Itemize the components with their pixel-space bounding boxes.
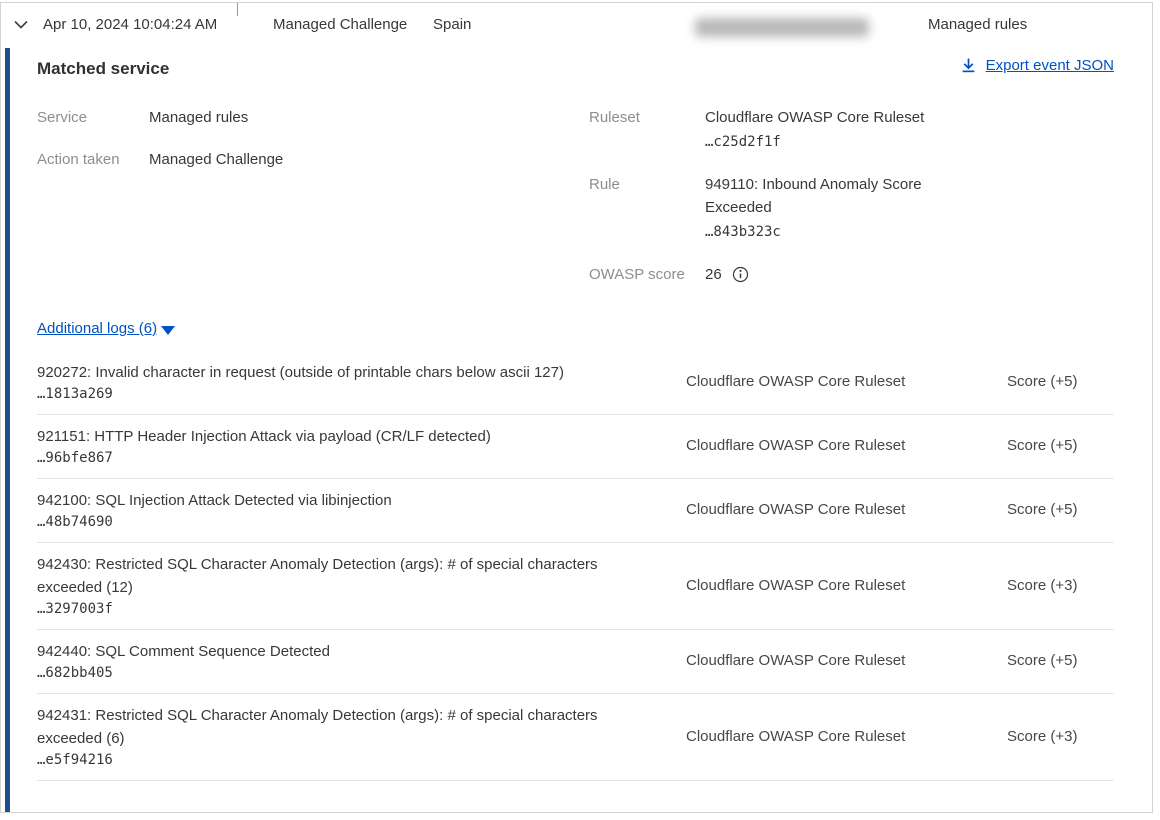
rule-value: 949110: Inbound Anomaly Score Exceeded [705,173,945,219]
log-score: Score (+3) [1007,577,1114,594]
service-label: Service [37,106,149,129]
log-ruleset: Cloudflare OWASP Core Ruleset [686,437,1007,454]
column-divider-tick [237,3,238,16]
log-description: 942100: SQL Injection Attack Detected vi… [37,489,633,512]
log-row: 942100: SQL Injection Attack Detected vi… [37,479,1114,543]
log-score: Score (+5) [1007,373,1114,390]
ruleset-id: …c25d2f1f [705,131,924,154]
action-taken-value: Managed Challenge [149,148,283,171]
collapse-chevron-icon[interactable] [12,17,30,35]
rule-id: …843b323c [705,221,945,244]
caret-down-icon [161,326,175,335]
log-rule-id: …3297003f [37,601,686,617]
rule-label: Rule [589,173,705,244]
log-ruleset: Cloudflare OWASP Core Ruleset [686,728,1007,745]
log-row: 942440: SQL Comment Sequence Detected …6… [37,630,1114,694]
log-row: 942431: Restricted SQL Character Anomaly… [37,694,1114,781]
log-row: 920272: Invalid character in request (ou… [37,351,1114,415]
ruleset-field: Ruleset Cloudflare OWASP Core Ruleset …c… [589,106,1114,154]
expanded-accent-bar [5,48,10,812]
log-ruleset: Cloudflare OWASP Core Ruleset [686,373,1007,390]
additional-logs-toggle[interactable]: Additional logs (6) [37,320,175,337]
redacted-host-blur [695,18,869,37]
log-score: Score (+5) [1007,437,1114,454]
owasp-score-field: OWASP score 26 [589,263,1114,286]
log-description: 942431: Restricted SQL Character Anomaly… [37,704,633,750]
owasp-score-value: 26 [705,263,722,286]
owasp-score-label: OWASP score [589,263,705,286]
service-field: Service Managed rules [37,106,589,129]
ruleset-value: Cloudflare OWASP Core Ruleset [705,106,924,129]
rule-field: Rule 949110: Inbound Anomaly Score Excee… [589,173,1114,244]
action-taken-field: Action taken Managed Challenge [37,148,589,171]
event-row-container: Apr 10, 2024 10:04:24 AM Managed Challen… [0,2,1153,813]
service-value: Managed rules [149,106,248,129]
log-ruleset: Cloudflare OWASP Core Ruleset [686,652,1007,669]
log-rule-id: …e5f94216 [37,752,686,768]
event-header-row[interactable]: Apr 10, 2024 10:04:24 AM Managed Challen… [1,3,1152,47]
log-score: Score (+5) [1007,501,1114,518]
event-country: Spain [433,16,471,33]
log-ruleset: Cloudflare OWASP Core Ruleset [686,577,1007,594]
export-event-json-label: Export event JSON [986,57,1114,74]
event-action: Managed Challenge [273,16,407,33]
log-score: Score (+5) [1007,652,1114,669]
download-icon [960,57,977,74]
chevron-down-icon [13,17,29,33]
log-rule-id: …96bfe867 [37,450,686,466]
matched-service-title: Matched service [37,59,169,79]
log-row: 921151: HTTP Header Injection Attack via… [37,415,1114,479]
additional-logs-label: Additional logs (6) [37,320,157,337]
log-description: 921151: HTTP Header Injection Attack via… [37,425,633,448]
log-rule-id: …48b74690 [37,514,686,530]
action-taken-label: Action taken [37,148,149,171]
log-description: 942430: Restricted SQL Character Anomaly… [37,553,633,599]
matched-service-fields: Service Managed rules Action taken Manag… [37,106,1114,305]
ruleset-label: Ruleset [589,106,705,154]
log-description: 920272: Invalid character in request (ou… [37,361,633,384]
event-timestamp: Apr 10, 2024 10:04:24 AM [43,16,217,33]
info-icon[interactable] [732,266,749,283]
event-service: Managed rules [928,16,1027,33]
additional-logs-table: 920272: Invalid character in request (ou… [37,351,1114,781]
log-description: 942440: SQL Comment Sequence Detected [37,640,633,663]
log-score: Score (+3) [1007,728,1114,745]
log-row: 942430: Restricted SQL Character Anomaly… [37,543,1114,630]
log-rule-id: …1813a269 [37,386,686,402]
log-rule-id: …682bb405 [37,665,686,681]
export-event-json-link[interactable]: Export event JSON [960,57,1114,74]
log-ruleset: Cloudflare OWASP Core Ruleset [686,501,1007,518]
event-detail-panel: Matched service Export event JSON Servic… [1,48,1152,812]
